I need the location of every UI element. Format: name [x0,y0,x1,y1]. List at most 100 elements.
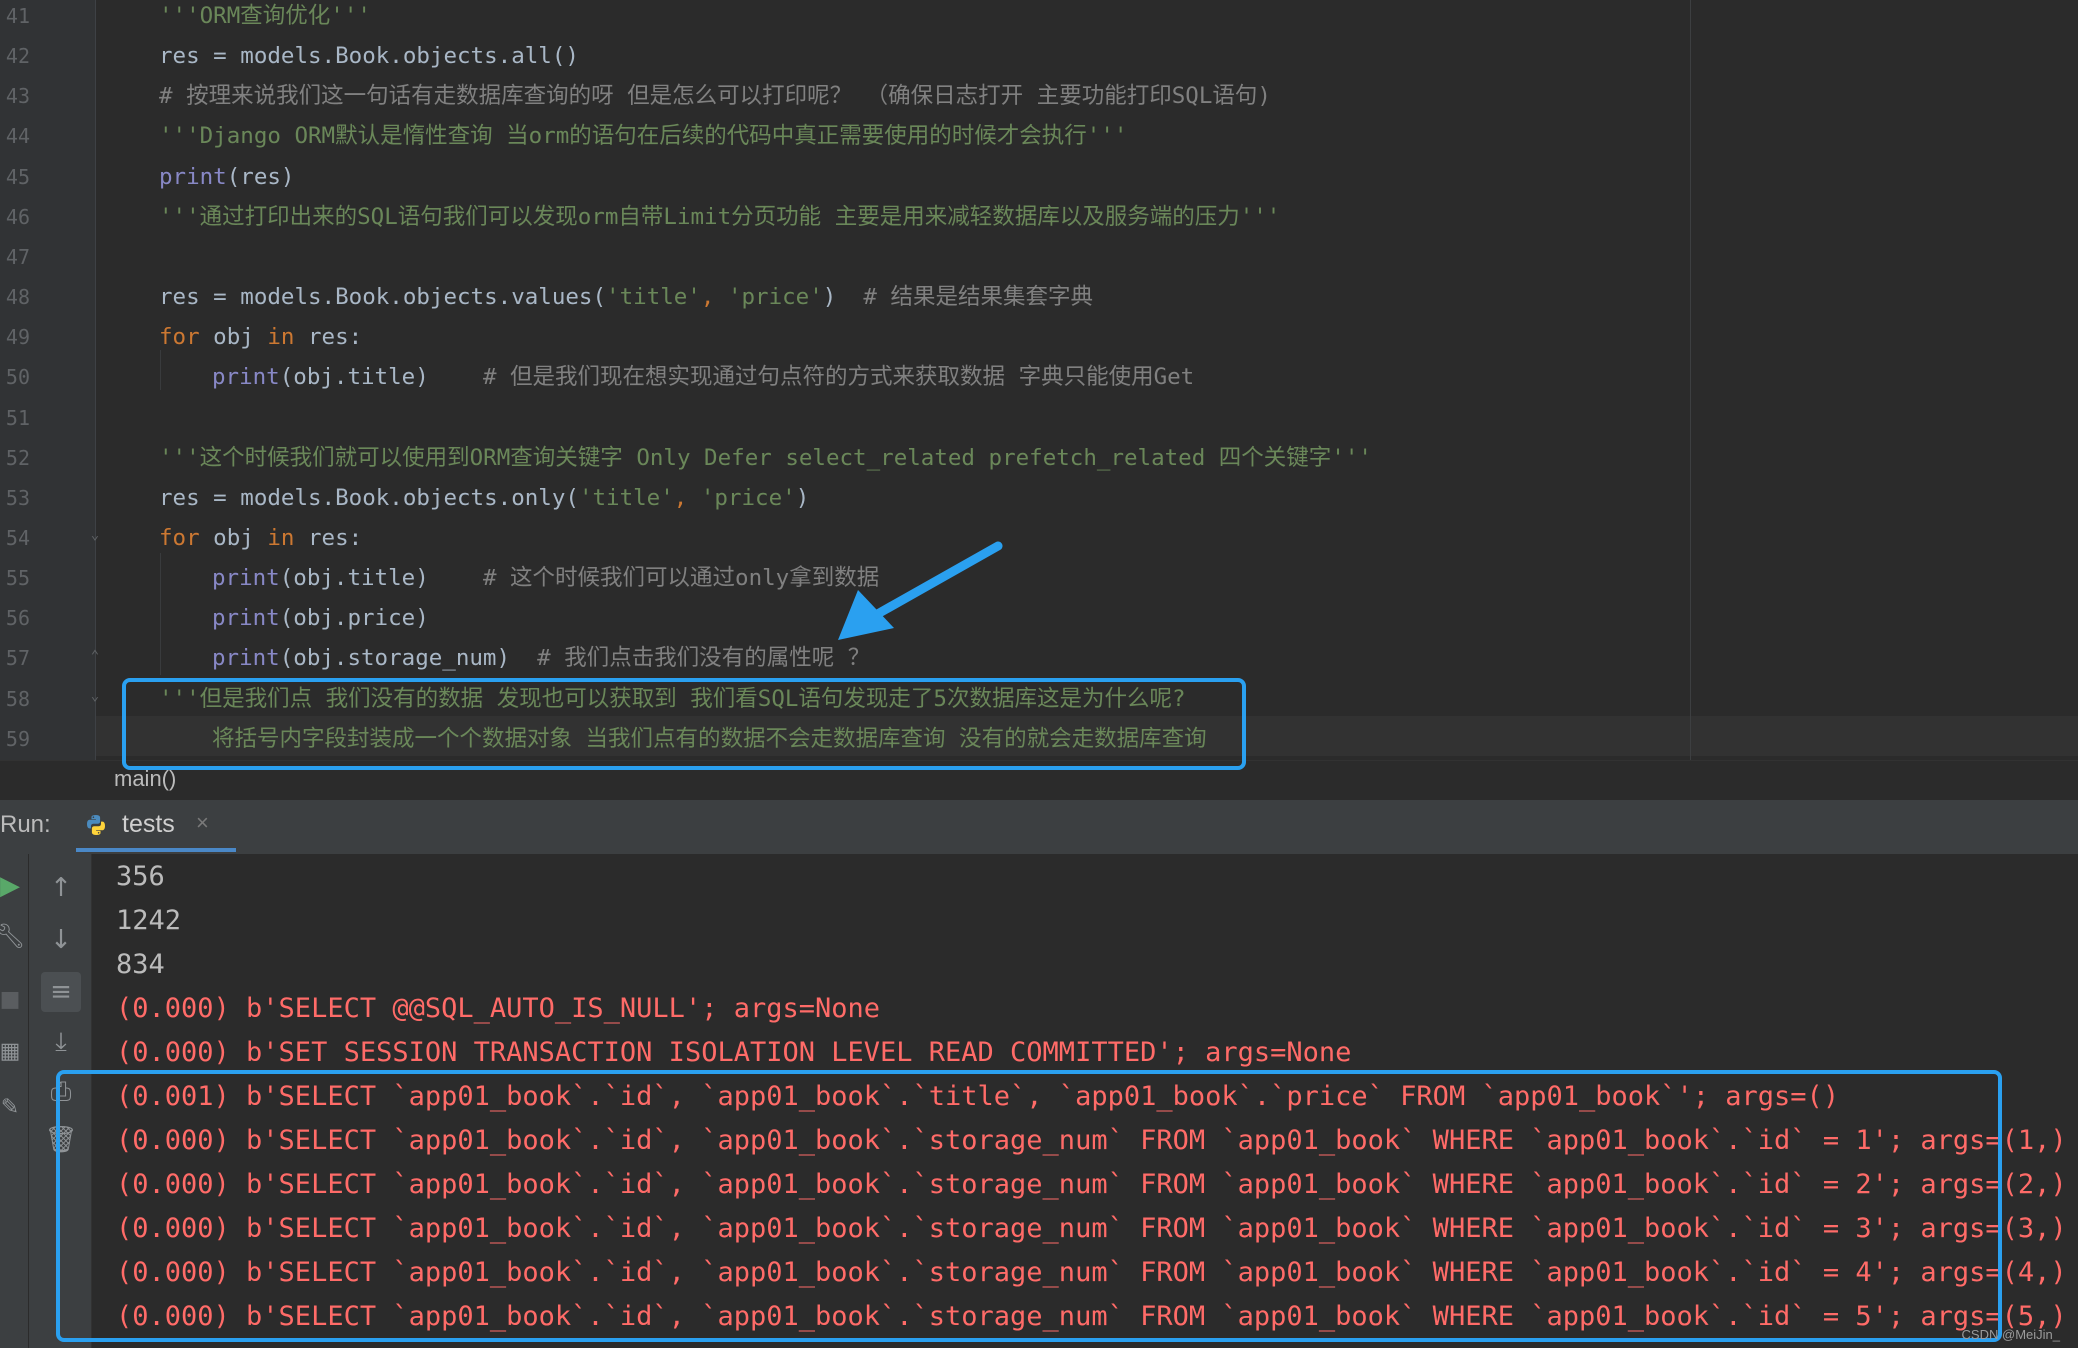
line-number: 48 [5,285,30,310]
annotation-box-sql-queries [56,1070,2002,1342]
run-toolbar-left: ▶ 🔧︎ ■ ▦ ✎ [0,854,29,1348]
line-number: 53 [5,485,30,510]
code-token: print [212,565,280,592]
line-number: 56 [5,606,30,631]
code-token: print [159,163,227,190]
code-token: for [159,324,200,351]
layout-icon[interactable]: ▦ [0,1032,30,1072]
run-tool-window-header: Run: tests × [0,799,2078,855]
annotation-box-docstring [122,678,1246,770]
code-token: res: [294,524,363,551]
annotation-arrow-icon [838,541,1003,640]
code-line: '''ORM查询优化''' [159,0,371,36]
close-icon[interactable]: × [196,810,209,836]
stop-icon[interactable]: ■ [0,980,30,1020]
code-line: print(obj.price) [212,598,429,638]
gutter-divider [95,0,96,760]
code-token: 'price' [700,484,796,511]
code-token: (obj.title) [279,565,483,592]
code-token: print [212,645,280,672]
console-line: 1242 [116,905,182,936]
indent-guide [160,553,161,675]
code-token: 'price' [727,284,823,311]
line-number: 58 [5,686,30,711]
code-token: res = models.Book.objects.all() [159,43,579,70]
code-token: # 结果是结果集套字典 [863,284,1094,311]
code-token: (obj.storage_num) [279,645,538,672]
run-label: Run: [0,811,51,838]
code-token: print [212,605,280,632]
code-line: '''Django ORM默认是惰性查询 当orm的语句在后续的代码中真正需要使… [159,116,1127,156]
code-line: print(obj.storage_num) # 我们点击我们没有的属性呢 ？ [212,638,870,678]
code-token: obj [199,324,268,351]
line-number: 49 [5,325,30,350]
code-token: res = models.Book.objects.values( [159,284,607,311]
code-token: # 按理来说我们这一句话有走数据库查询的呀 但是怎么可以打印呢？ （确保日志打开… [159,83,1271,110]
code-token: ) [822,284,864,311]
code-line: for obj in res: [159,518,362,558]
code-line: '''通过打印出来的SQL语句我们可以发现orm自带Limit分页功能 主要是用… [159,197,1280,237]
line-number: 41 [5,4,30,28]
code-token: , [700,284,728,311]
pin-icon[interactable]: ✎ [0,1088,30,1128]
code-token: # 这个时候我们可以通过only拿到数据 [482,565,880,592]
code-line: res = models.Book.objects.all() [159,36,579,76]
line-number: 43 [5,84,30,109]
code-token: '''这个时候我们就可以使用到ORM查询关键字 Only Defer selec… [159,444,1372,471]
code-token: # 我们点击我们没有的属性呢 ？ [537,645,871,672]
line-number: 55 [5,566,30,591]
scroll-up-icon[interactable]: ↑ [41,868,81,908]
fold-icon[interactable]: ⌃ [87,648,103,664]
line-number: 51 [5,405,30,430]
console-line: (0.000) b'SELECT @@SQL_AUTO_IS_NULL'; ar… [116,993,881,1024]
code-editor[interactable]: 41 '''ORM查询优化''' 42 res = models.Book.objec… [0,0,2078,760]
run-tab-tests[interactable]: tests × [76,800,236,852]
code-token: (res) [226,163,295,190]
code-line: res = models.Book.objects.only('title', … [159,478,809,518]
code-token: in [267,324,295,351]
code-token: # 但是我们现在想实现通过句点符的方式来获取数据 字典只能使用Get [482,364,1195,391]
code-line: for obj in res: [159,317,362,357]
fold-icon[interactable]: ⌄ [87,688,103,704]
fold-icon[interactable]: ⌄ [87,527,103,543]
python-icon [87,815,105,835]
code-token: (obj.title) [279,364,483,391]
code-line: print(obj.title) # 但是我们现在想实现通过句点符的方式来获取数… [212,357,1194,397]
code-line: print(res) [159,157,294,197]
line-number: 47 [5,244,30,269]
code-token: res = models.Book.objects.only( [159,484,579,511]
code-token: '''Django ORM默认是惰性查询 当orm的语句在后续的代码中真正需要使… [159,123,1128,150]
line-number: 45 [5,164,30,189]
code-token: in [267,524,295,551]
code-token: obj [199,524,268,551]
line-number: 50 [5,365,30,390]
code-token: 'title' [606,284,701,311]
line-number: 52 [5,445,30,470]
wrench-icon[interactable]: 🔧︎ [0,916,30,956]
code-line: # 按理来说我们这一句话有走数据库查询的呀 但是怎么可以打印呢？ （确保日志打开… [159,76,1271,116]
line-number: 59 [5,726,30,751]
line-number: 44 [5,124,30,149]
code-token: '''通过打印出来的SQL语句我们可以发现orm自带Limit分页功能 主要是用… [159,203,1281,230]
code-token: '''ORM查询优化''' [159,3,371,29]
code-line: res = models.Book.objects.values('title'… [159,277,1093,317]
code-line: '''这个时候我们就可以使用到ORM查询关键字 Only Defer selec… [159,438,1372,478]
code-token: print [212,364,280,391]
run-icon[interactable]: ▶ [0,866,30,906]
console-line: (0.000) b'SET SESSION TRANSACTION ISOLAT… [116,1037,1352,1068]
code-token: ) [795,484,810,511]
line-number: 57 [5,646,30,671]
line-number: 46 [5,204,30,229]
right-margin-guide [1690,0,1691,760]
scroll-to-end-icon[interactable]: ⤓ [41,1022,81,1062]
watermark: CSDN @MeiJin_ [1961,1327,2060,1342]
line-number: 54 [5,525,30,550]
code-token: 'title' [578,484,674,511]
code-line: print(obj.title) # 这个时候我们可以通过only拿到数据 [212,558,879,598]
scroll-down-icon[interactable]: ↓ [41,920,81,960]
code-token: (obj.price) [279,605,429,632]
code-token: , [673,484,701,511]
line-number: 42 [5,44,30,69]
soft-wrap-icon[interactable]: ≡ [41,972,81,1012]
code-token: res: [294,324,363,351]
